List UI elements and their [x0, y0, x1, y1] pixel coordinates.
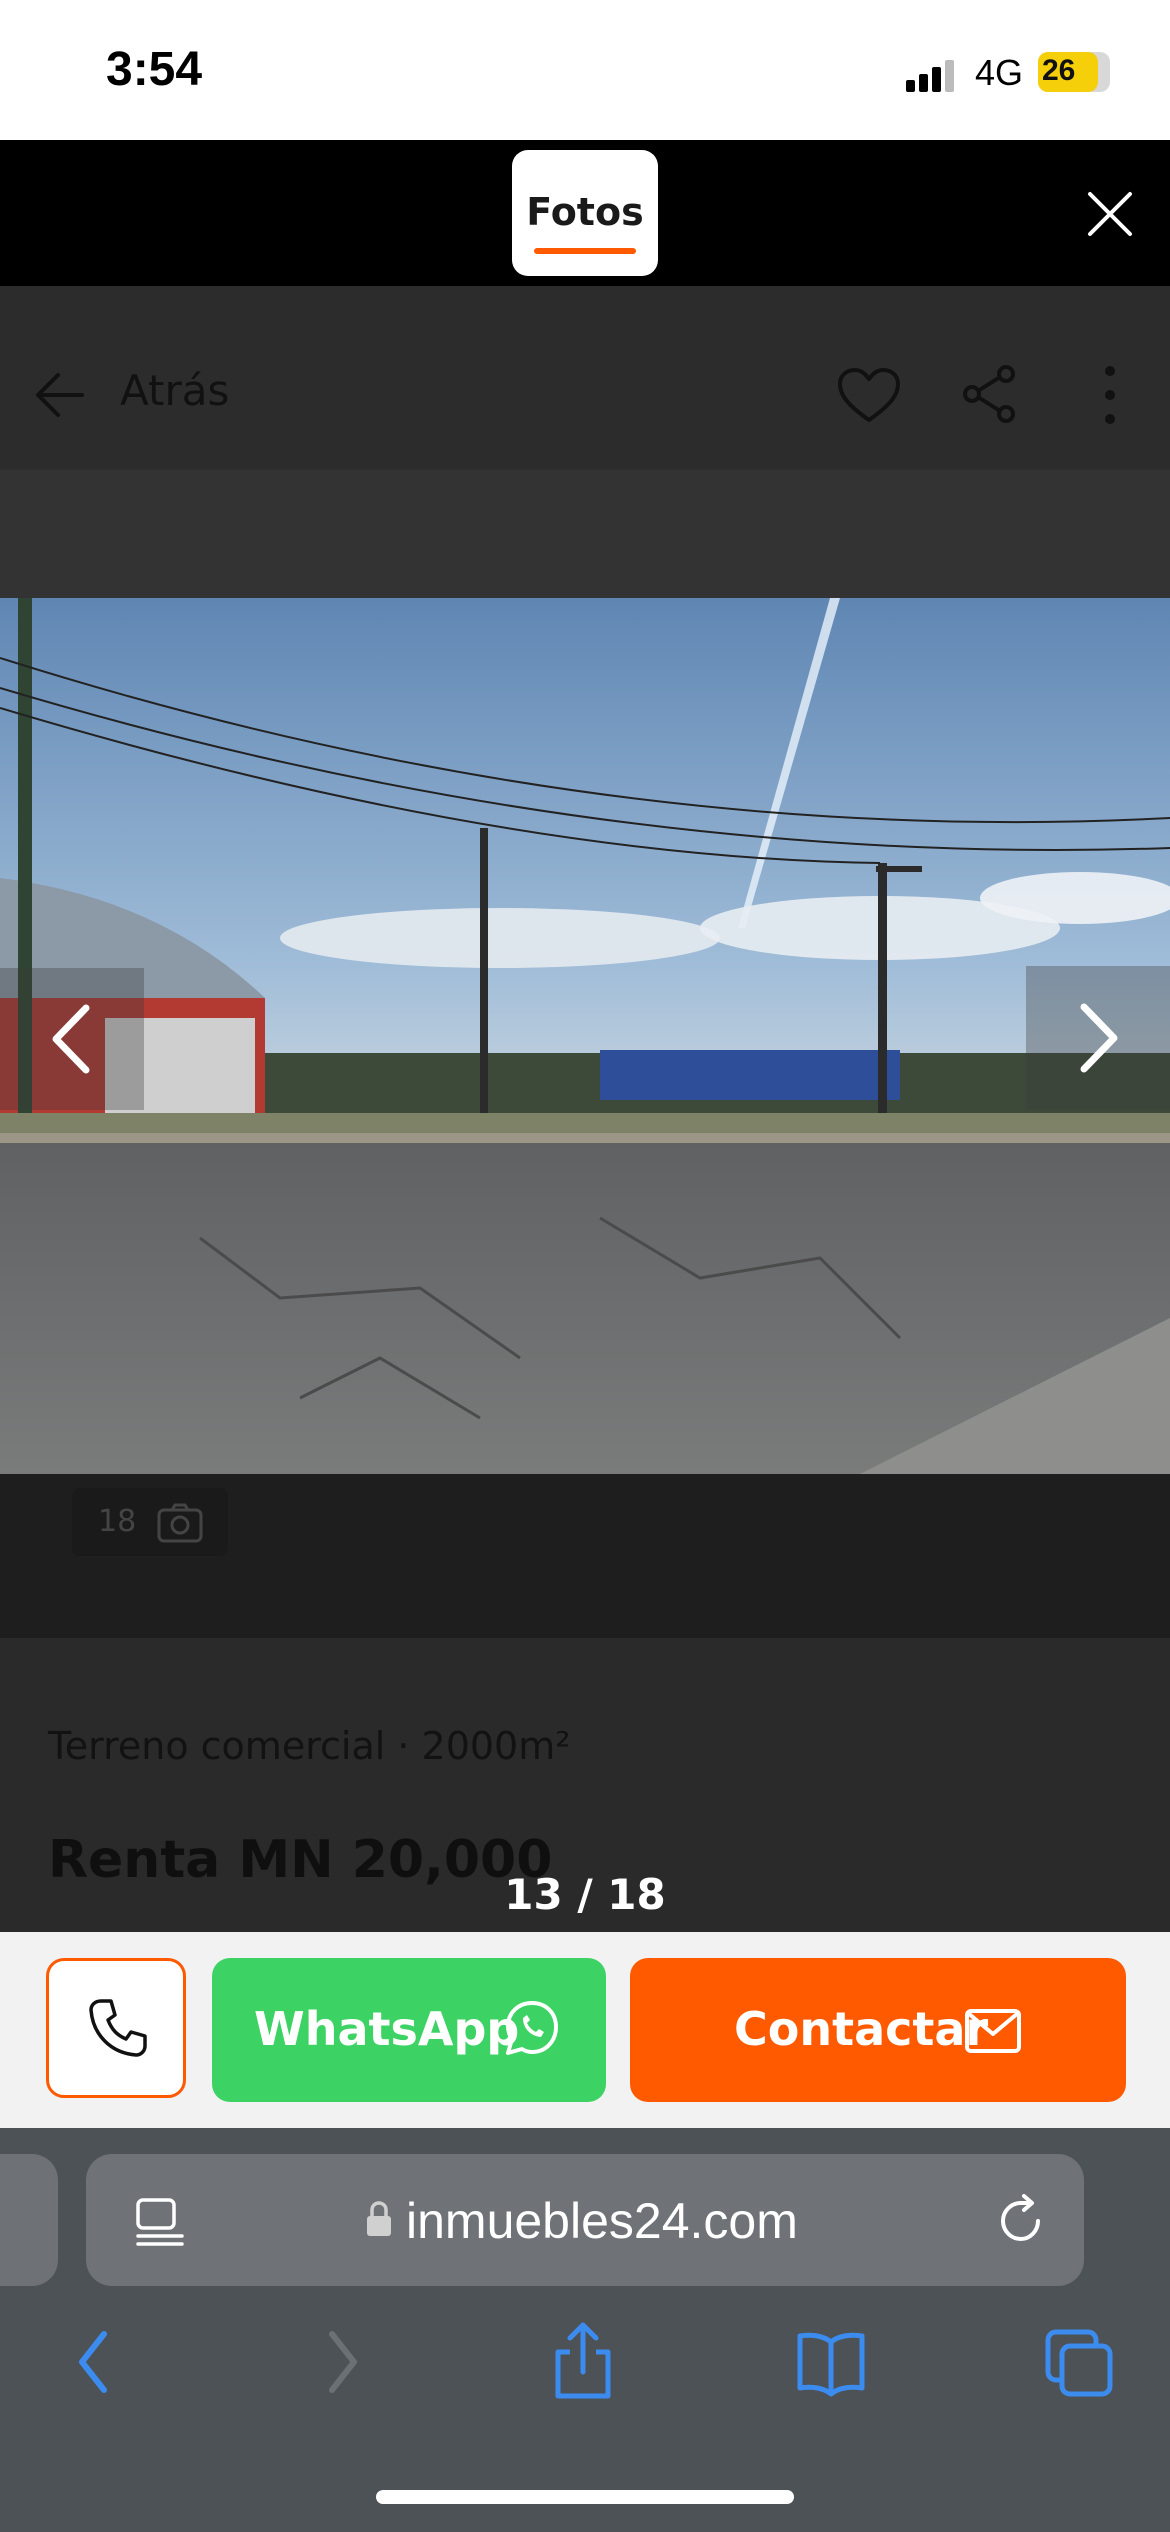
gallery-photo[interactable]	[0, 598, 1170, 1474]
signal-icon	[906, 60, 954, 92]
heart-icon	[838, 368, 900, 422]
network-type: 4G	[975, 52, 1024, 93]
browser-back-icon[interactable]	[60, 2322, 130, 2402]
address-bar[interactable]: inmuebles24.com	[86, 2154, 1084, 2286]
chevron-right-icon	[1080, 1003, 1118, 1073]
browser-share-icon[interactable]	[548, 2322, 618, 2402]
next-photo-button[interactable]	[1026, 966, 1170, 1110]
back-arrow-icon	[36, 373, 84, 417]
property-type: Terreno comercial · 2000m²	[48, 1724, 571, 1768]
whatsapp-icon	[506, 2001, 558, 2055]
phone-icon	[89, 1999, 147, 2057]
home-indicator[interactable]	[376, 2490, 794, 2504]
contact-button[interactable]: Contactar	[630, 1958, 1126, 2102]
reload-icon[interactable]	[994, 2194, 1048, 2248]
back-label: Atrás	[120, 366, 230, 415]
contact-label: Contactar	[734, 2002, 989, 2056]
share-icon	[963, 365, 1015, 423]
hero-image-dimmed	[0, 470, 1170, 598]
more-options-icon	[1105, 366, 1115, 424]
whatsapp-label: WhatsApp	[254, 2002, 520, 2056]
battery-icon: 26	[1038, 52, 1110, 92]
url-text: inmuebles24.com	[406, 2193, 798, 2249]
chevron-left-icon	[52, 1004, 90, 1074]
lock-icon	[367, 2201, 391, 2236]
bookmarks-icon[interactable]	[796, 2322, 866, 2402]
tab-active-indicator	[534, 248, 636, 254]
camera-icon	[157, 1503, 203, 1543]
page-format-icon[interactable]	[134, 2196, 186, 2248]
tab-fotos-label: Fotos	[526, 190, 644, 234]
previous-tab-peek[interactable]	[0, 2154, 58, 2286]
previous-photo-button[interactable]	[0, 968, 144, 1110]
photo-count-badge: 18	[72, 1488, 228, 1556]
photo-count: 18	[98, 1504, 137, 1539]
mail-icon	[965, 2009, 1021, 2053]
battery-percent: 26	[1042, 54, 1076, 87]
clock: 3:54	[106, 43, 203, 96]
call-button[interactable]	[46, 1958, 186, 2098]
tabs-icon[interactable]	[1044, 2322, 1114, 2402]
browser-forward-icon[interactable]	[306, 2322, 376, 2402]
close-icon[interactable]	[1084, 188, 1136, 240]
status-bar: 3:54 4G 26	[0, 0, 1170, 140]
whatsapp-button[interactable]: WhatsApp	[212, 1958, 606, 2102]
tab-fotos[interactable]: Fotos	[512, 150, 658, 276]
photo-counter: 13 / 18	[504, 1870, 666, 1919]
